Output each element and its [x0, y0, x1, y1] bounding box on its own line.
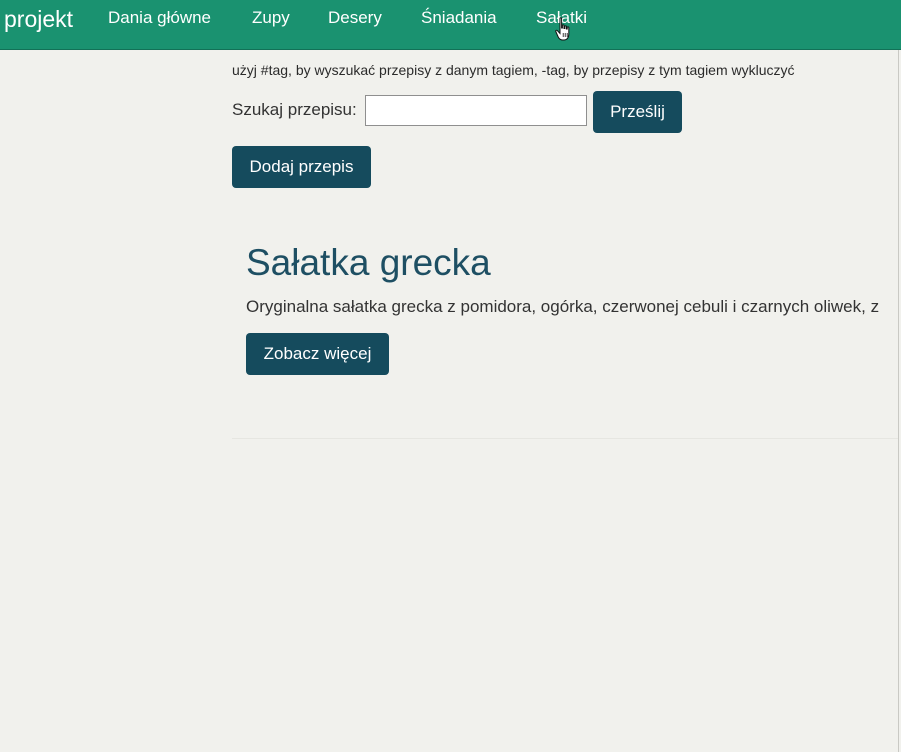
search-input[interactable]	[365, 95, 587, 126]
add-recipe-button[interactable]: Dodaj przepis	[232, 146, 371, 188]
nav-item-zupy[interactable]: Zupy	[252, 8, 290, 28]
hand-pointer-icon	[555, 17, 570, 41]
see-more-button[interactable]: Zobacz więcej	[246, 333, 389, 375]
submit-button[interactable]: Prześlij	[593, 91, 682, 133]
page-right-border	[898, 50, 899, 752]
recipe-title: Sałatka grecka	[246, 242, 491, 283]
search-hint: użyj #tag, by wyszukać przepisy z danym …	[232, 62, 795, 78]
recipe-description: Oryginalna sałatka grecka z pomidora, og…	[246, 297, 880, 316]
nav-item-dania-glowne[interactable]: Dania główne	[108, 8, 211, 28]
top-navbar: projekt Dania główne Zupy Desery Śniadan…	[0, 0, 901, 50]
search-label: Szukaj przepisu:	[232, 100, 357, 119]
recipe-card: Sałatka grecka Oryginalna sałatka grecka…	[232, 220, 898, 439]
brand-link[interactable]: projekt	[4, 5, 73, 33]
nav-item-sniadania[interactable]: Śniadania	[421, 8, 497, 28]
nav-item-desery[interactable]: Desery	[328, 8, 382, 28]
